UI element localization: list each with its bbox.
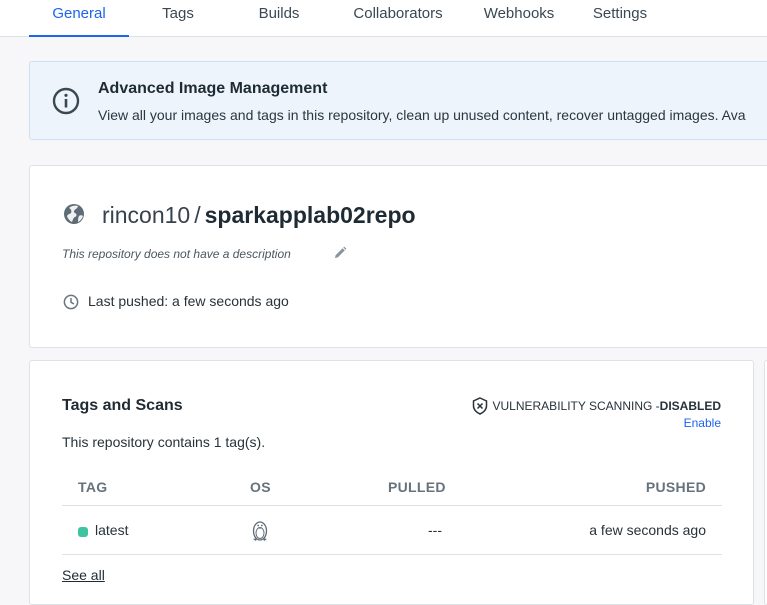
tag-status-indicator [78, 527, 88, 537]
vulnerability-scanning-label: VULNERABILITY SCANNING - [492, 399, 660, 413]
tags-table: TAG OS PULLED PUSHED latest --- a few se… [62, 471, 722, 555]
advanced-image-management-banner: Advanced Image Management View all your … [29, 61, 767, 140]
tag-name-link[interactable]: latest [95, 522, 128, 538]
tab-settings[interactable]: Settings [590, 0, 650, 37]
tab-general[interactable]: General [29, 0, 129, 37]
vulnerability-scanning-state: DISABLED [659, 399, 721, 413]
repository-name-text: sparkapplab02repo [204, 202, 416, 228]
table-header-row: TAG OS PULLED PUSHED [62, 471, 722, 506]
tab-webhooks[interactable]: Webhooks [480, 0, 558, 37]
banner-title: Advanced Image Management [98, 80, 328, 97]
repository-namespace: rincon10 [102, 202, 191, 228]
info-icon [52, 87, 80, 115]
vulnerability-scanning-status: VULNERABILITY SCANNING - DISABLED [472, 397, 721, 415]
tab-collaborators[interactable]: Collaborators [348, 0, 448, 37]
banner-text: View all your images and tags in this re… [98, 107, 746, 123]
shield-x-icon [472, 397, 487, 415]
column-header-pushed: PUSHED [645, 479, 706, 495]
see-all-link[interactable]: See all [62, 567, 105, 583]
repository-header-card: rincon10/sparkapplab02repo This reposito… [29, 165, 767, 348]
pushed-value: a few seconds ago [589, 522, 706, 538]
tags-section-title: Tags and Scans [62, 397, 183, 414]
repo-tabs: General Tags Builds Collaborators Webhoo… [0, 0, 767, 37]
clock-icon [63, 294, 79, 310]
tab-builds[interactable]: Builds [248, 0, 310, 37]
edit-pencil-icon[interactable] [333, 246, 347, 260]
enable-scanning-link[interactable]: Enable [684, 416, 721, 430]
repository-separator: / [194, 202, 201, 228]
column-header-pulled: PULLED [388, 479, 446, 495]
column-header-os: OS [250, 479, 271, 495]
linux-tux-icon [252, 521, 268, 541]
globe-icon [64, 204, 84, 224]
repository-name: rincon10/sparkapplab02repo [102, 202, 416, 229]
tags-and-scans-card: Tags and Scans This repository contains … [29, 360, 754, 605]
tab-tags[interactable]: Tags [148, 0, 208, 37]
table-row: latest --- a few seconds ago [62, 506, 722, 555]
column-header-tag: TAG [78, 479, 108, 495]
tag-count-text: This repository contains 1 tag(s). [62, 434, 266, 450]
repository-description: This repository does not have a descript… [62, 247, 291, 261]
last-pushed-text: Last pushed: a few seconds ago [88, 293, 289, 309]
pulled-value: --- [428, 522, 442, 538]
